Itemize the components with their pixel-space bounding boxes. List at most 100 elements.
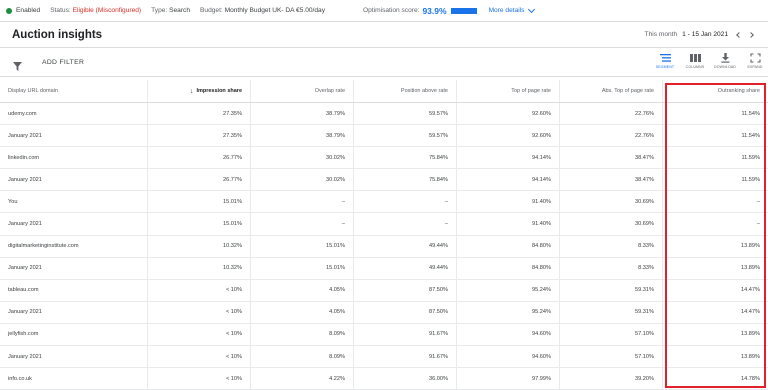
optimisation-score-bar xyxy=(450,7,477,14)
chevron-down-icon xyxy=(528,5,536,13)
table-row: linkedin.com 26.77% 30.02% 75.84% 94.14%… xyxy=(0,147,768,170)
date-range-prefix: This month xyxy=(644,31,678,38)
top-of-page-rate-cell: 95.24% xyxy=(457,279,560,301)
abs-top-of-page-rate-cell: 22.76% xyxy=(560,103,663,125)
position-above-rate-cell: 36.00% xyxy=(354,368,457,390)
domain-cell: January 2021 xyxy=(0,346,148,368)
next-period-button[interactable] xyxy=(746,30,756,40)
abs-top-of-page-rate-cell: 59.31% xyxy=(560,279,663,301)
more-details-link[interactable]: More details xyxy=(488,5,536,14)
filter-toolbar: ADD FILTER SEGMENT COLUMNS DOWNLOAD EXPA… xyxy=(0,48,768,77)
table-row: jellyfish.com < 10% 8.09% 91.67% 94.60% … xyxy=(0,323,768,347)
more-details-label: More details xyxy=(488,7,525,14)
previous-period-button[interactable] xyxy=(734,30,744,40)
overlap-rate-cell: 38.79% xyxy=(251,103,354,125)
domain-cell: tableau.com xyxy=(0,279,148,301)
date-range-value: 1 - 15 Jan 2021 xyxy=(682,31,728,38)
expand-button[interactable]: EXPAND xyxy=(740,53,768,73)
impression-share-cell: 15.01% xyxy=(148,213,251,235)
outranking-share-cell: 13.89% xyxy=(741,331,760,338)
abs-top-of-page-rate-cell: 38.47% xyxy=(560,169,663,191)
table-row: January 2021 15.01% – – 91.40% 30.69% – xyxy=(0,213,768,236)
column-header-position-above-rate[interactable]: Position above rate xyxy=(354,80,457,102)
add-filter-button[interactable]: ADD FILTER xyxy=(42,59,84,66)
auction-insights-table: Display URL domain ↓ Impression share Ov… xyxy=(0,80,768,390)
overlap-rate-cell: – xyxy=(251,213,354,235)
columns-button[interactable]: COLUMNS xyxy=(680,53,710,73)
status-field: Status: Eligible (Misconfigured) xyxy=(50,7,141,14)
top-of-page-rate-cell: 84.80% xyxy=(457,235,560,257)
type-value: Search xyxy=(169,7,190,14)
top-of-page-rate-cell: 91.40% xyxy=(457,191,560,213)
position-above-rate-cell: – xyxy=(354,191,457,213)
column-header-domain[interactable]: Display URL domain xyxy=(0,80,148,102)
column-header-outranking-share[interactable]: Outranking share xyxy=(663,80,768,102)
expand-label: EXPAND xyxy=(747,65,763,69)
abs-top-of-page-rate-cell: 57.10% xyxy=(560,346,663,368)
top-of-page-rate-cell: 91.40% xyxy=(457,213,560,235)
top-of-page-rate-cell: 94.60% xyxy=(457,346,560,368)
impression-share-cell: 27.35% xyxy=(148,125,251,147)
chevron-left-icon xyxy=(736,32,742,38)
abs-top-of-page-rate-cell: 30.69% xyxy=(560,213,663,235)
table-header-row: Display URL domain ↓ Impression share Ov… xyxy=(0,80,768,103)
domain-cell: January 2021 xyxy=(0,257,148,279)
abs-top-of-page-rate-cell: 39.20% xyxy=(560,368,663,390)
abs-top-of-page-rate-cell: 22.76% xyxy=(560,125,663,147)
segment-icon xyxy=(659,54,671,62)
column-header-label: Impression share xyxy=(196,88,242,94)
download-icon xyxy=(721,53,729,63)
sort-down-arrow-icon: ↓ xyxy=(189,87,194,95)
domain-cell: January 2021 xyxy=(0,213,148,235)
overlap-rate-cell: – xyxy=(251,191,354,213)
position-above-rate-cell: 75.84% xyxy=(354,169,457,191)
date-range-selector[interactable]: This month 1 - 15 Jan 2021 xyxy=(645,31,728,38)
impression-share-cell: 10.32% xyxy=(148,235,251,257)
top-of-page-rate-cell: 94.60% xyxy=(457,323,560,346)
abs-top-of-page-rate-cell: 59.31% xyxy=(560,301,663,323)
budget-field: Budget: Monthly Budget UK- DA €5.00/day xyxy=(200,7,325,14)
position-above-rate-cell: 75.84% xyxy=(354,147,457,169)
column-header-impression-share[interactable]: ↓ Impression share xyxy=(148,80,251,102)
impression-share-cell: 27.35% xyxy=(148,103,251,125)
budget-value: Monthly Budget UK- DA €5.00/day xyxy=(224,7,326,14)
overlap-rate-cell: 30.02% xyxy=(251,169,354,191)
outranking-share-cell: 11.54% xyxy=(741,132,760,139)
column-header-overlap-rate[interactable]: Overlap rate xyxy=(251,80,354,102)
impression-share-cell: < 10% xyxy=(148,368,251,390)
domain-cell: linkedin.com xyxy=(0,147,148,169)
position-above-rate-cell: 59.57% xyxy=(354,125,457,147)
overlap-rate-cell: 30.02% xyxy=(251,147,354,169)
filter-icon[interactable] xyxy=(13,58,22,76)
overlap-rate-cell: 4.05% xyxy=(251,301,354,323)
overlap-rate-cell: 15.01% xyxy=(251,235,354,257)
position-above-rate-cell: 87.50% xyxy=(354,279,457,301)
column-header-abs-top-of-page-rate[interactable]: Abs. Top of page rate xyxy=(560,80,663,102)
outranking-share-cell: 14.78% xyxy=(741,375,760,382)
abs-top-of-page-rate-cell: 38.47% xyxy=(560,147,663,169)
position-above-rate-cell: – xyxy=(354,213,457,235)
table-row: digitalmarketinginstitute.com 10.32% 15.… xyxy=(0,235,768,258)
impression-share-cell: 26.77% xyxy=(148,147,251,169)
table-row: info.co.uk < 10% 4.22% 36.00% 97.99% 39.… xyxy=(0,368,768,390)
segment-button[interactable]: SEGMENT xyxy=(650,53,680,73)
table-row: tableau.com < 10% 4.05% 87.50% 95.24% 59… xyxy=(0,279,768,302)
overlap-rate-cell: 38.79% xyxy=(251,125,354,147)
outranking-share-cell: 13.89% xyxy=(741,243,760,250)
download-button[interactable]: DOWNLOAD xyxy=(710,53,740,73)
table-row: January 2021 < 10% 4.05% 87.50% 95.24% 5… xyxy=(0,301,768,324)
expand-icon xyxy=(749,53,761,63)
top-of-page-rate-cell: 94.14% xyxy=(457,147,560,169)
budget-key: Budget: xyxy=(200,7,223,14)
outranking-share-cell: – xyxy=(756,198,760,205)
abs-top-of-page-rate-cell: 30.69% xyxy=(560,191,663,213)
impression-share-cell: < 10% xyxy=(148,346,251,368)
domain-cell: January 2021 xyxy=(0,125,148,147)
campaign-status-bar: Enabled Status: Eligible (Misconfigured)… xyxy=(0,0,768,22)
table-row: January 2021 27.35% 38.79% 59.57% 92.60%… xyxy=(0,125,768,148)
domain-cell: You xyxy=(0,191,148,213)
impression-share-cell: 15.01% xyxy=(148,191,251,213)
outranking-share-cell: 13.89% xyxy=(741,265,760,272)
optimisation-score-label: Optimisation score: xyxy=(363,7,420,14)
column-header-top-of-page-rate[interactable]: Top of page rate xyxy=(457,80,560,102)
